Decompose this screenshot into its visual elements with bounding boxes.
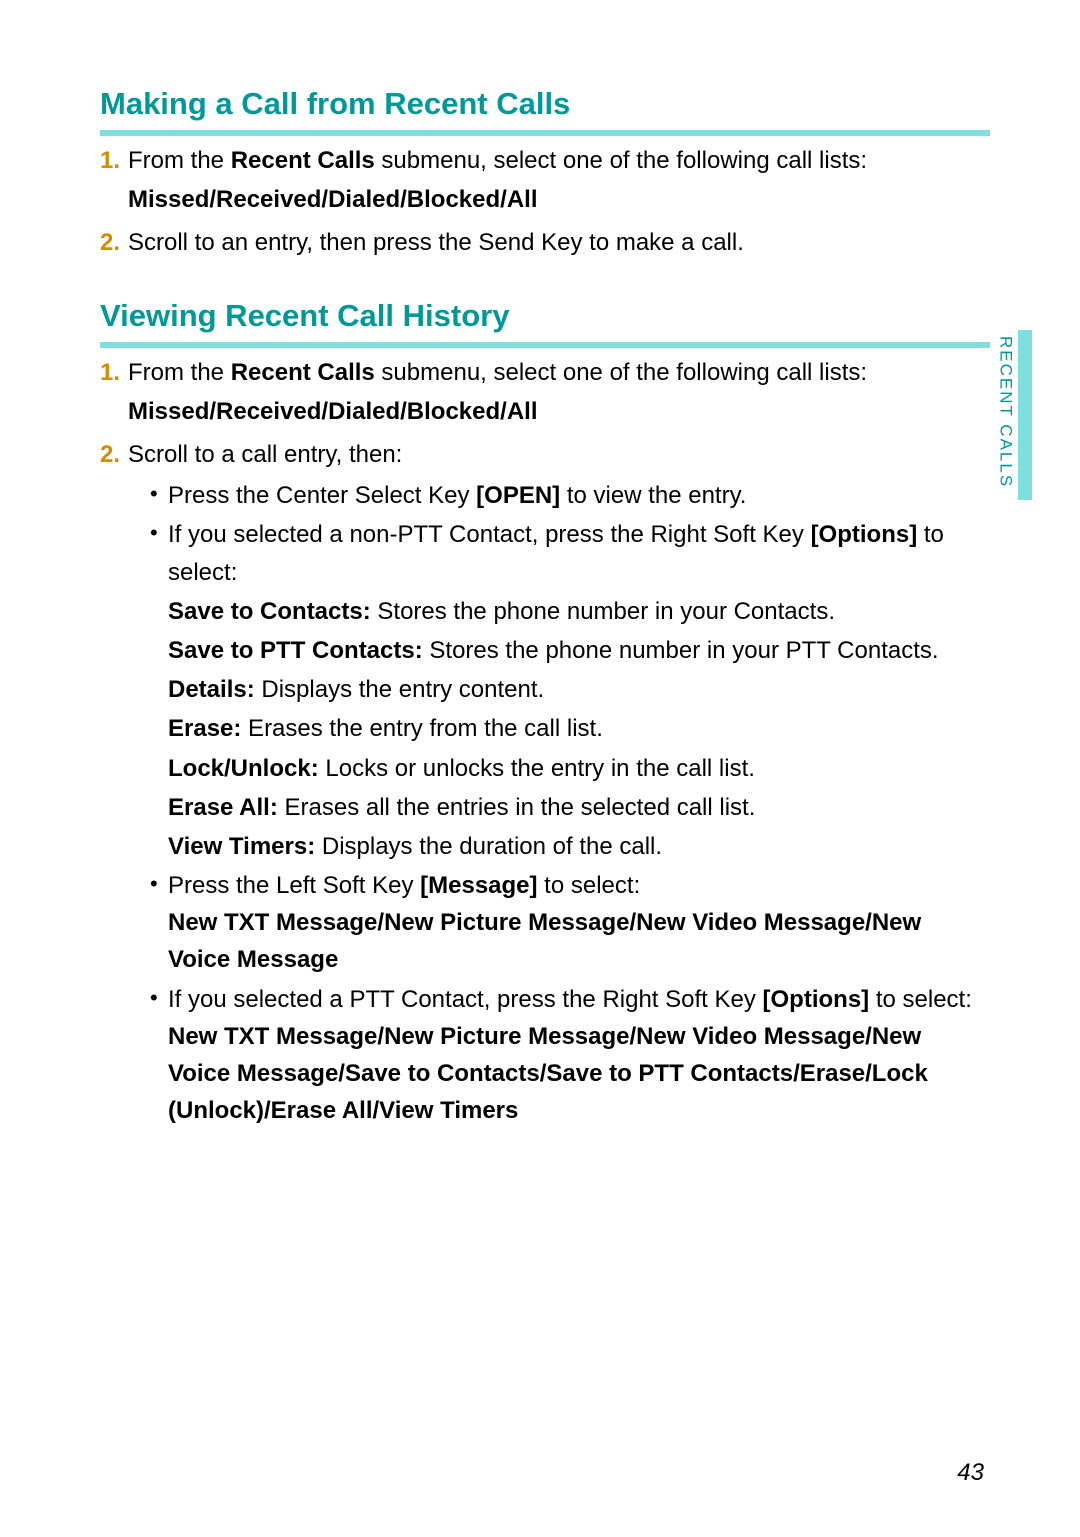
step-text: Scroll to a call entry, then:: [128, 441, 402, 468]
text-fragment: From the: [128, 147, 231, 174]
text-fragment: submenu, select one of the following cal…: [375, 147, 867, 174]
page-number: 43: [957, 1454, 984, 1491]
step-text: From the Recent Calls submenu, select on…: [128, 359, 867, 386]
key-label: [OPEN]: [476, 482, 560, 509]
text-fragment: to select:: [538, 872, 641, 899]
text-fragment: Press the Left Soft Key: [168, 872, 420, 899]
side-tab-label: RECENT CALLS: [992, 336, 1018, 488]
option-desc: Locks or unlocks the entry in the call l…: [319, 755, 755, 782]
list-options: Missed/Received/Dialed/Blocked/All: [128, 181, 990, 218]
options-block: Save to Contacts: Stores the phone numbe…: [168, 593, 990, 865]
list-options: Missed/Received/Dialed/Blocked/All: [128, 393, 990, 430]
bullet-item: If you selected a PTT Contact, press the…: [150, 981, 990, 1130]
side-tab: RECENT CALLS: [992, 336, 1026, 499]
steps-section2: 1. From the Recent Calls submenu, select…: [100, 354, 990, 1130]
bullet-item: Press the Left Soft Key [Message] to sel…: [150, 867, 990, 979]
option-row: View Timers: Displays the duration of th…: [168, 828, 990, 865]
option-row: Save to PTT Contacts: Stores the phone n…: [168, 632, 990, 669]
bullet-list: Press the Center Select Key [OPEN] to vi…: [150, 477, 990, 1129]
option-name: Save to Contacts:: [168, 598, 371, 625]
text-fragment: From the: [128, 359, 231, 386]
side-tab-bar: [1018, 330, 1032, 500]
step-number: 2.: [100, 224, 120, 261]
key-label: [Options]: [763, 986, 870, 1013]
section-heading-making-call: Making a Call from Recent Calls: [100, 80, 990, 136]
bullet-item: Press the Center Select Key [OPEN] to vi…: [150, 477, 990, 514]
step-number: 1.: [100, 142, 120, 179]
option-desc: Displays the duration of the call.: [315, 833, 662, 860]
bold-term: Recent Calls: [231, 147, 375, 174]
option-name: Save to PTT Contacts:: [168, 637, 423, 664]
option-row: Erase All: Erases all the entries in the…: [168, 789, 990, 826]
step-number: 2.: [100, 436, 120, 473]
text-fragment: Press the Center Select Key: [168, 482, 476, 509]
step-text: From the Recent Calls submenu, select on…: [128, 147, 867, 174]
option-row: Lock/Unlock: Locks or unlocks the entry …: [168, 750, 990, 787]
option-desc: Erases the entry from the call list.: [241, 715, 602, 742]
text-fragment: to select:: [869, 986, 972, 1013]
option-desc: Displays the entry content.: [255, 676, 544, 703]
step-text: Scroll to an entry, then press the Send …: [128, 229, 744, 256]
option-desc: Erases all the entries in the selected c…: [278, 794, 756, 821]
step-number: 1.: [100, 354, 120, 391]
step-2: 2. Scroll to a call entry, then:: [100, 436, 990, 473]
step-1: 1. From the Recent Calls submenu, select…: [100, 142, 990, 179]
option-row: Save to Contacts: Stores the phone numbe…: [168, 593, 990, 630]
text-fragment: to view the entry.: [560, 482, 746, 509]
multi-options: New TXT Message/New Picture Message/New …: [168, 1018, 990, 1130]
manual-page: Making a Call from Recent Calls 1. From …: [0, 0, 1080, 1537]
option-desc: Stores the phone number in your PTT Cont…: [423, 637, 939, 664]
option-desc: Stores the phone number in your Contacts…: [371, 598, 835, 625]
option-name: Lock/Unlock:: [168, 755, 319, 782]
text-fragment: submenu, select one of the following cal…: [375, 359, 867, 386]
option-name: View Timers:: [168, 833, 315, 860]
step-2: 2. Scroll to an entry, then press the Se…: [100, 224, 990, 261]
text-fragment: If you selected a non-PTT Contact, press…: [168, 521, 811, 548]
option-name: Erase:: [168, 715, 241, 742]
option-row: Erase: Erases the entry from the call li…: [168, 710, 990, 747]
option-row: Details: Displays the entry content.: [168, 671, 990, 708]
section-heading-viewing-history: Viewing Recent Call History: [100, 292, 990, 348]
steps-section1: 1. From the Recent Calls submenu, select…: [100, 142, 990, 262]
text-fragment: If you selected a PTT Contact, press the…: [168, 986, 763, 1013]
bullet-item: If you selected a non-PTT Contact, press…: [150, 516, 990, 865]
option-name: Details:: [168, 676, 255, 703]
key-label: [Message]: [420, 872, 537, 899]
option-name: Erase All:: [168, 794, 278, 821]
key-label: [Options]: [811, 521, 918, 548]
step-1: 1. From the Recent Calls submenu, select…: [100, 354, 990, 391]
multi-options: New TXT Message/New Picture Message/New …: [168, 904, 990, 978]
bold-term: Recent Calls: [231, 359, 375, 386]
